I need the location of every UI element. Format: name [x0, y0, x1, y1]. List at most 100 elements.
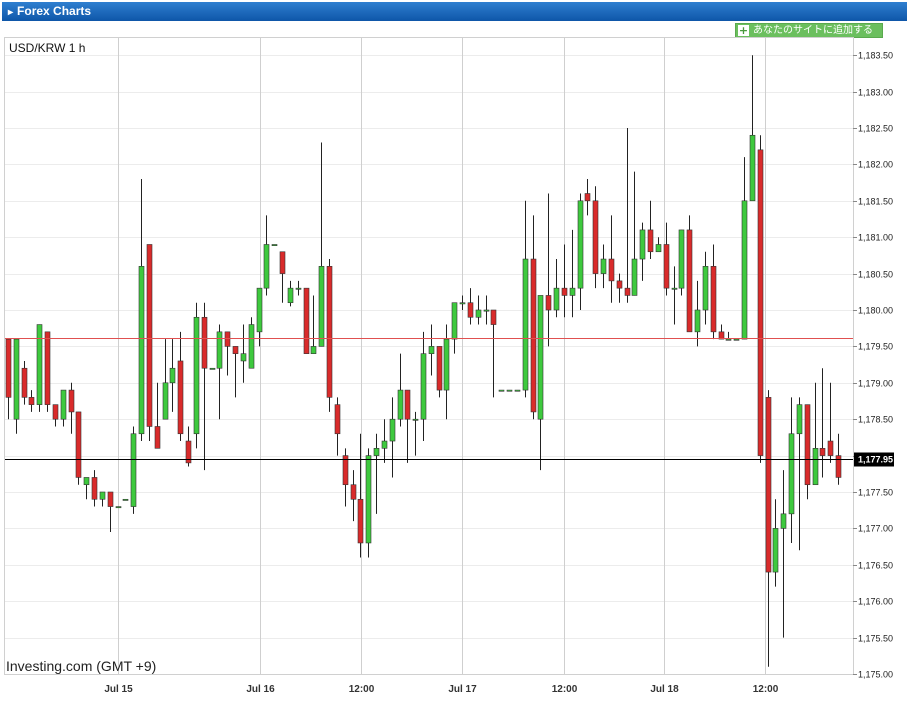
candle-body-up [193, 316, 200, 435]
candle [631, 171, 638, 296]
candle [279, 251, 286, 303]
candle [99, 491, 106, 507]
candle-body-down [592, 200, 599, 274]
x-tick-label: 12:00 [349, 684, 375, 695]
candle-body-down [44, 331, 51, 405]
candlestick-chart[interactable]: 1,175.00 1,175.50 1,176.00 1,176.50 1,177.00… [0, 0, 909, 705]
candle-body-down [765, 397, 772, 573]
candle [389, 397, 396, 478]
candle-body-up [373, 448, 380, 456]
candle [326, 259, 333, 412]
candle-body-up [318, 266, 325, 347]
candle [44, 331, 51, 412]
y-tick-label: 1,178.50 [858, 415, 893, 425]
candle-body-down [561, 287, 568, 296]
candle [334, 397, 341, 456]
candle-body-up [451, 302, 458, 340]
candle [498, 389, 505, 392]
candle-body-down [224, 331, 231, 347]
candle-body-up [138, 266, 145, 435]
candle [624, 128, 631, 303]
candle-body-down [835, 455, 842, 478]
candle-body-up [796, 404, 803, 435]
y-tick-label: 1,175.00 [858, 670, 893, 680]
y-tick-label: 1,175.50 [858, 634, 893, 644]
y-tick-label: 1,180.50 [858, 270, 893, 280]
candle-body-down [490, 309, 497, 325]
candle [209, 367, 216, 370]
current-price-badge: 1,177.95 [854, 452, 894, 467]
candle [21, 360, 28, 405]
candle [530, 215, 537, 420]
candle [154, 382, 161, 449]
candle [772, 499, 779, 587]
candle [271, 244, 278, 246]
candle [490, 309, 497, 398]
candle-body-down [827, 440, 834, 456]
candle-body-down [326, 266, 333, 398]
candle-body-up [256, 287, 263, 333]
y-tick-label: 1,182.50 [858, 124, 893, 134]
y-tick-label: 1,179.00 [858, 379, 893, 389]
candle-body-down [436, 346, 443, 391]
candle [733, 338, 740, 341]
candle-body-up [694, 309, 701, 333]
candle-body-up [788, 433, 795, 515]
candle-body-down [530, 258, 537, 413]
y-tick-label: 1,176.00 [858, 597, 893, 607]
candle-body-down [146, 244, 153, 427]
candle [373, 433, 380, 514]
candle-body-down [107, 491, 114, 507]
candle-body-down [201, 316, 208, 369]
candle [404, 389, 411, 463]
candle-body-up [115, 506, 122, 509]
x-tick-label: Jul 15 [104, 684, 133, 695]
candle-body-down [5, 338, 12, 398]
candle-body-down [624, 287, 631, 296]
candle-body-down [663, 244, 670, 289]
candle-body-down [686, 229, 693, 333]
candle-body-up [310, 346, 317, 354]
candle [671, 266, 678, 325]
candle-body-down [68, 389, 75, 413]
candle-body-up [569, 287, 576, 296]
candle-body-up [459, 302, 466, 305]
candle [694, 280, 701, 347]
candle [107, 491, 114, 533]
candle [350, 470, 357, 522]
y-axis: 1,175.00 1,175.50 1,176.00 1,176.50 1,177.00… [853, 51, 893, 680]
candle-body-up [600, 258, 607, 274]
candle [5, 338, 12, 420]
candle [577, 193, 584, 310]
candle [702, 251, 709, 325]
candle [248, 317, 255, 369]
candle-body-up [733, 338, 740, 341]
candle [193, 302, 200, 449]
candle [115, 506, 122, 509]
candle [36, 324, 43, 412]
candle-body-down [154, 426, 161, 449]
candle-body-down [303, 287, 310, 354]
candle [718, 324, 725, 340]
candle-body-up [122, 498, 129, 501]
y-tick-label: 1,182.00 [858, 160, 893, 170]
candle-body-up [420, 353, 427, 420]
candle [365, 448, 372, 558]
candle-body-up [389, 418, 396, 442]
candle-body-up [498, 389, 505, 392]
y-tick-label: 1,181.50 [858, 197, 893, 207]
candle [569, 229, 576, 318]
candle [804, 404, 811, 500]
candle [436, 346, 443, 398]
candle-body-down [232, 346, 239, 354]
candle-body-down [757, 149, 764, 456]
watermark: Investing.com (GMT +9) [6, 658, 156, 674]
candle-body-up [216, 331, 223, 369]
candle-body-up [209, 367, 216, 370]
candle [232, 346, 239, 398]
candle-body-down [404, 389, 411, 420]
candle [428, 324, 435, 376]
candle [130, 426, 137, 514]
candle [796, 397, 803, 551]
candle-body-up [240, 353, 247, 362]
